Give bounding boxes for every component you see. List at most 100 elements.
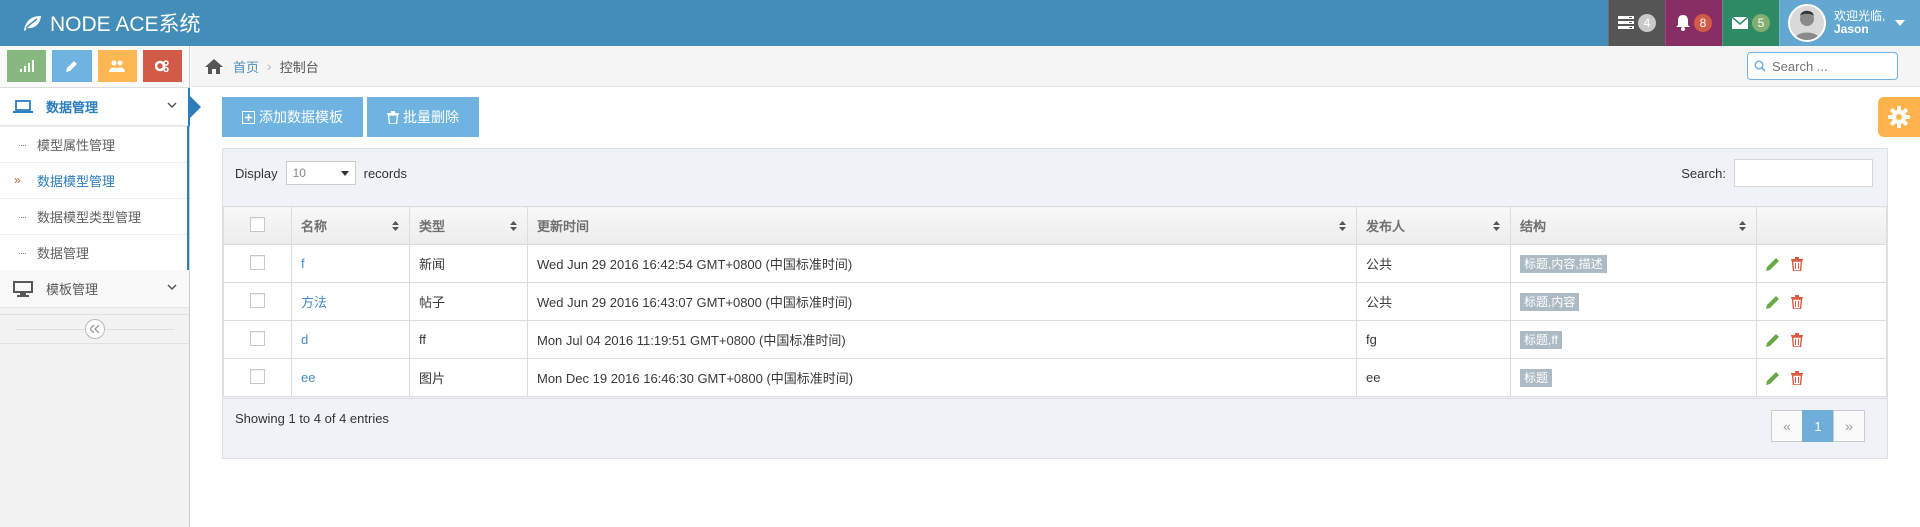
records-label: records xyxy=(363,165,407,181)
sidebar-collapse-button[interactable] xyxy=(84,319,105,339)
column-header-name[interactable]: 名称 xyxy=(291,206,410,245)
sort-icon xyxy=(510,221,517,231)
caret-down-icon xyxy=(340,170,349,176)
chevron-down-icon xyxy=(167,102,177,109)
tasks-button[interactable]: 4 xyxy=(1608,0,1665,46)
leaf-icon xyxy=(24,16,41,31)
data-models-table: 名称 类型 更新时间 发布人 结构 f 新闻 Wed Jun 29 2016 1… xyxy=(223,206,1887,397)
breadcrumb-home-link[interactable]: 首页 xyxy=(233,57,259,76)
row-name-link[interactable]: f xyxy=(301,256,305,271)
delete-trash-icon[interactable] xyxy=(1791,370,1803,385)
row-structure-label: 标题,内容,描述 xyxy=(1520,255,1607,273)
column-header-publisher[interactable]: 发布人 xyxy=(1356,206,1511,245)
brand[interactable]: NODE ACE系统 xyxy=(22,0,201,46)
pagination-page-button[interactable]: 1 xyxy=(1802,410,1834,442)
row-checkbox[interactable] xyxy=(250,292,265,308)
toolbar: 添加数据模板 批量删除 xyxy=(222,97,479,137)
batch-delete-button[interactable]: 批量删除 xyxy=(367,97,479,137)
user-menu[interactable]: 欢迎光临, Jason xyxy=(1779,0,1920,46)
desktop-icon xyxy=(13,280,33,297)
edit-pencil-icon[interactable] xyxy=(1766,371,1780,385)
row-name-link[interactable]: 方法 xyxy=(301,295,327,310)
table-footer: Showing 1 to 4 of 4 entries « 1 » xyxy=(223,398,1887,458)
row-publisher: 公共 xyxy=(1356,244,1511,283)
sidebar-subitem-data-models[interactable]: » 数据模型管理 xyxy=(0,162,187,198)
messages-button[interactable]: 5 xyxy=(1722,0,1779,46)
table-row: d ff Mon Jul 04 2016 11:19:51 GMT+0800 (… xyxy=(223,320,1887,359)
row-checkbox[interactable] xyxy=(250,368,265,384)
row-type: ff xyxy=(409,320,528,359)
welcome-text: 欢迎光临, xyxy=(1834,9,1886,23)
avatar xyxy=(1788,4,1826,42)
messages-badge: 5 xyxy=(1752,14,1770,32)
select-all-checkbox[interactable] xyxy=(250,216,265,232)
trash-icon xyxy=(387,110,399,124)
brand-title: NODE ACE系统 xyxy=(50,13,201,36)
tasks-icon xyxy=(1618,16,1634,29)
settings-button[interactable] xyxy=(1878,97,1920,137)
sidebar-subitem-data[interactable]: 数据管理 xyxy=(0,234,187,270)
page-size-select[interactable]: 10 xyxy=(285,161,356,185)
notifications-badge: 8 xyxy=(1694,14,1712,32)
row-checkbox[interactable] xyxy=(250,330,265,346)
pagination: « 1 » xyxy=(1771,410,1865,442)
table-search-input[interactable] xyxy=(1734,159,1873,187)
envelope-icon xyxy=(1732,17,1748,29)
row-name-link[interactable]: d xyxy=(301,332,308,347)
pagination-prev-button[interactable]: « xyxy=(1771,410,1803,442)
display-label: Display xyxy=(235,165,278,181)
row-name-link[interactable]: ee xyxy=(301,370,315,385)
home-icon xyxy=(205,58,223,74)
row-publisher: fg xyxy=(1356,320,1511,359)
delete-trash-icon[interactable] xyxy=(1791,256,1803,271)
sort-icon xyxy=(1493,221,1500,231)
user-avatar-icon xyxy=(1790,6,1824,40)
row-type: 图片 xyxy=(409,358,528,397)
row-structure-label: 标题,ff xyxy=(1520,331,1562,349)
sidebar-subitem-model-types[interactable]: 数据模型类型管理 xyxy=(0,198,187,234)
breadcrumb-separator: › xyxy=(267,58,272,74)
column-header-type[interactable]: 类型 xyxy=(409,206,528,245)
laptop-icon xyxy=(13,99,33,113)
sidebar: 数据管理 模型属性管理 » 数据模型管理 数据模型类型管理 数据管理 模板管理 xyxy=(0,46,201,527)
row-type: 新闻 xyxy=(409,244,528,283)
column-header-updated[interactable]: 更新时间 xyxy=(527,206,1357,245)
sidebar-subitem-model-attributes[interactable]: 模型属性管理 xyxy=(0,126,187,162)
delete-trash-icon[interactable] xyxy=(1791,294,1803,309)
pagination-next-button[interactable]: » xyxy=(1833,410,1865,442)
edit-pencil-icon[interactable] xyxy=(1766,333,1780,347)
cogs-icon xyxy=(155,60,170,72)
pencil-icon xyxy=(65,61,77,72)
column-header-actions xyxy=(1756,206,1887,245)
shortcut-users-button[interactable] xyxy=(97,50,137,82)
shortcut-stats-button[interactable] xyxy=(7,50,47,82)
table-row: ee 图片 Mon Dec 19 2016 16:46:30 GMT+0800 … xyxy=(223,358,1887,397)
sort-icon xyxy=(1339,221,1346,231)
double-chevron-right-icon: » xyxy=(14,173,21,187)
table-row: f 新闻 Wed Jun 29 2016 16:42:54 GMT+0800 (… xyxy=(223,244,1887,283)
row-updated: Wed Jun 29 2016 16:42:54 GMT+0800 (中国标准时… xyxy=(527,244,1357,283)
sidebar-item-template-management[interactable]: 模板管理 xyxy=(0,270,189,308)
row-updated: Wed Jun 29 2016 16:43:07 GMT+0800 (中国标准时… xyxy=(527,282,1357,321)
add-template-button[interactable]: 添加数据模板 xyxy=(222,97,363,137)
search-input[interactable] xyxy=(1772,58,1892,74)
sort-icon xyxy=(1739,221,1746,231)
shortcut-edit-button[interactable] xyxy=(52,50,92,82)
notifications-button[interactable]: 8 xyxy=(1665,0,1722,46)
delete-trash-icon[interactable] xyxy=(1791,332,1803,347)
double-chevron-left-icon xyxy=(89,325,99,333)
sidebar-item-data-management[interactable]: 数据管理 xyxy=(0,88,201,126)
table-header-row: 名称 类型 更新时间 发布人 结构 xyxy=(223,206,1887,245)
edit-pencil-icon[interactable] xyxy=(1766,257,1780,271)
column-header-structure[interactable]: 结构 xyxy=(1510,206,1757,245)
breadcrumb-current: 控制台 xyxy=(279,59,319,75)
sidebar-item-label: 数据管理 xyxy=(46,100,99,115)
plus-square-icon xyxy=(242,110,255,124)
search-icon xyxy=(1754,60,1766,72)
row-checkbox[interactable] xyxy=(250,254,265,270)
edit-pencil-icon[interactable] xyxy=(1766,295,1780,309)
username: Jason xyxy=(1834,22,1869,36)
shortcut-settings-button[interactable] xyxy=(142,50,182,82)
data-table-panel: Display 10 records Search: 名称 类型 更新时间 发布… xyxy=(222,148,1888,459)
entries-info: Showing 1 to 4 of 4 entries xyxy=(235,411,389,426)
